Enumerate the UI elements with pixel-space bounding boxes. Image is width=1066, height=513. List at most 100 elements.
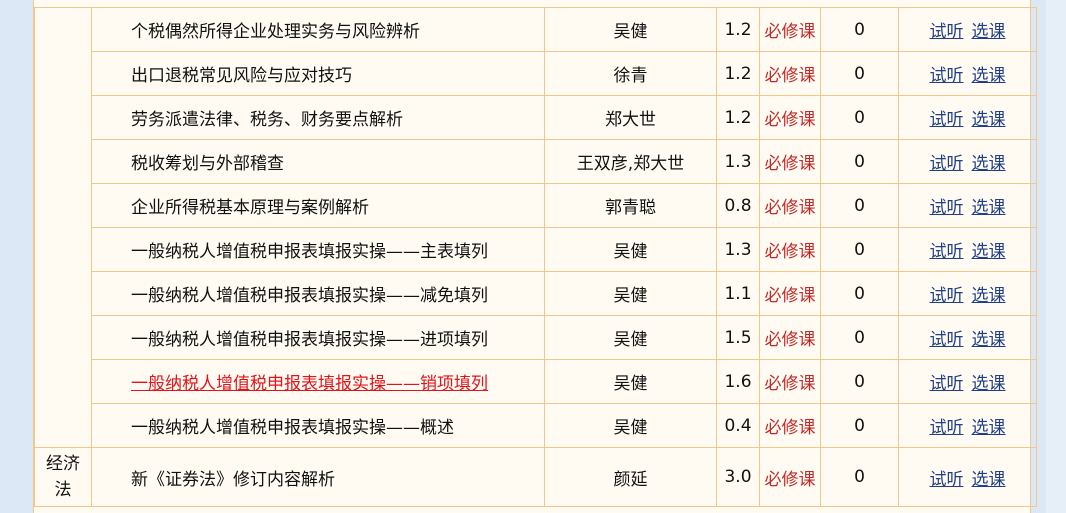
course-name[interactable]: 一般纳税人增值税申报表填报实操——销项填列 xyxy=(131,374,488,394)
category-cell xyxy=(34,7,92,448)
course-name-cell: 一般纳税人增值税申报表填报实操——销项填列 xyxy=(91,359,545,404)
actions-cell: 试听 选课 xyxy=(898,51,1037,96)
select-course-link[interactable]: 选课 xyxy=(972,66,1006,86)
course-row: 一般纳税人增值税申报表填报实操——减免填列 吴健 1.1 必修课 0 试听 选课 xyxy=(35,271,1037,316)
course-row: 个税偶然所得企业处理实务与风险辨析 吴健 1.2 必修课 0 试听 选课 xyxy=(34,7,1037,448)
enroll-count-cell: 0 xyxy=(820,359,899,404)
trial-link[interactable]: 试听 xyxy=(930,110,964,130)
category-label: 经济法 xyxy=(46,454,80,500)
enroll-count-cell: 0 xyxy=(820,183,899,228)
trial-link[interactable]: 试听 xyxy=(930,374,964,394)
enroll-count-cell: 0 xyxy=(820,227,899,272)
select-course-link[interactable]: 选课 xyxy=(972,22,1006,42)
actions-cell: 试听 选课 xyxy=(898,95,1037,140)
select-course-link[interactable]: 选课 xyxy=(972,154,1006,174)
trial-link[interactable]: 试听 xyxy=(930,154,964,174)
course-name-cell: 劳务派遣法律、税务、财务要点解析 xyxy=(91,95,545,140)
enroll-count-cell: 0 xyxy=(820,139,899,184)
credit-hours-cell: 3.0 xyxy=(716,447,760,507)
course-name-cell: 一般纳税人增值税申报表填报实操——概述 xyxy=(91,403,545,448)
enroll-count-cell: 0 xyxy=(820,7,899,52)
teacher-cell: 吴健 xyxy=(544,227,717,272)
course-row: 经济法 新《证券法》修订内容解析 颜延 3.0 必修课 0 试听 选课 xyxy=(34,447,1037,507)
trial-link[interactable]: 试听 xyxy=(930,66,964,86)
select-course-link[interactable]: 选课 xyxy=(972,198,1006,218)
credit-hours-cell: 1.2 xyxy=(716,51,760,96)
select-course-link[interactable]: 选课 xyxy=(972,110,1006,130)
credit-hours-cell: 1.3 xyxy=(716,139,760,184)
course-name-cell: 出口退税常见风险与应对技巧 xyxy=(91,51,545,96)
course-type-cell: 必修课 xyxy=(759,447,821,507)
teacher-cell: 吴健 xyxy=(544,359,717,404)
teacher-cell: 吴健 xyxy=(544,271,717,316)
trial-link[interactable]: 试听 xyxy=(930,470,964,490)
select-course-link[interactable]: 选课 xyxy=(972,330,1006,350)
course-name[interactable]: 一般纳税人增值税申报表填报实操——主表填列 xyxy=(131,242,488,262)
course-type-cell: 必修课 xyxy=(759,315,821,360)
actions-cell: 试听 选课 xyxy=(898,447,1037,507)
trial-link[interactable]: 试听 xyxy=(930,242,964,262)
credit-hours-cell: 0.4 xyxy=(716,403,760,448)
course-name-cell: 一般纳税人增值税申报表填报实操——主表填列 xyxy=(91,227,545,272)
course-type-cell: 必修课 xyxy=(759,95,821,140)
course-type-cell: 必修课 xyxy=(759,403,821,448)
teacher-cell: 王双彦,郑大世 xyxy=(544,139,717,184)
credit-hours-cell: 0.8 xyxy=(716,183,760,228)
course-row: 出口退税常见风险与应对技巧 徐青 1.2 必修课 0 试听 选课 xyxy=(35,51,1037,96)
course-row: 一般纳税人增值税申报表填报实操——销项填列 吴健 1.6 必修课 0 试听 选课 xyxy=(35,359,1037,404)
course-name[interactable]: 税收筹划与外部稽查 xyxy=(131,154,284,174)
course-type-cell: 必修课 xyxy=(759,7,821,52)
course-name[interactable]: 劳务派遣法律、税务、财务要点解析 xyxy=(131,110,403,130)
enroll-count-cell: 0 xyxy=(820,95,899,140)
trial-link[interactable]: 试听 xyxy=(930,286,964,306)
credit-hours-cell: 1.3 xyxy=(716,227,760,272)
teacher-cell: 吴健 xyxy=(544,315,717,360)
course-name[interactable]: 出口退税常见风险与应对技巧 xyxy=(131,66,352,86)
course-row: 一般纳税人增值税申报表填报实操——概述 吴健 0.4 必修课 0 试听 选课 xyxy=(35,403,1037,448)
teacher-cell: 吴健 xyxy=(544,7,717,52)
teacher-cell: 吴健 xyxy=(544,403,717,448)
enroll-count-cell: 0 xyxy=(820,271,899,316)
select-course-link[interactable]: 选课 xyxy=(972,286,1006,306)
trial-link[interactable]: 试听 xyxy=(930,418,964,438)
select-course-link[interactable]: 选课 xyxy=(972,374,1006,394)
course-name-cell: 一般纳税人增值税申报表填报实操——减免填列 xyxy=(91,271,545,316)
trial-link[interactable]: 试听 xyxy=(930,330,964,350)
course-name[interactable]: 新《证券法》修订内容解析 xyxy=(131,470,335,490)
trial-link[interactable]: 试听 xyxy=(930,198,964,218)
teacher-cell: 颜延 xyxy=(544,447,717,507)
credit-hours-cell: 1.2 xyxy=(716,95,760,140)
course-name[interactable]: 企业所得税基本原理与案例解析 xyxy=(131,198,369,218)
actions-cell: 试听 选课 xyxy=(898,7,1037,52)
select-course-link[interactable]: 选课 xyxy=(972,470,1006,490)
enroll-count-cell: 0 xyxy=(820,51,899,96)
category-cell-economic-law: 经济法 xyxy=(34,447,92,507)
trial-link[interactable]: 试听 xyxy=(930,22,964,42)
course-name[interactable]: 个税偶然所得企业处理实务与风险辨析 xyxy=(131,22,420,42)
course-type-cell: 必修课 xyxy=(759,139,821,184)
credit-hours-cell: 1.6 xyxy=(716,359,760,404)
course-type-cell: 必修课 xyxy=(759,227,821,272)
actions-cell: 试听 选课 xyxy=(898,403,1037,448)
actions-cell: 试听 选课 xyxy=(898,315,1037,360)
credit-hours-cell: 1.1 xyxy=(716,271,760,316)
actions-cell: 试听 选课 xyxy=(898,271,1037,316)
course-row: 一般纳税人增值税申报表填报实操——主表填列 吴健 1.3 必修课 0 试听 选课 xyxy=(35,227,1037,272)
actions-cell: 试听 选课 xyxy=(898,359,1037,404)
course-name-cell: 税收筹划与外部稽查 xyxy=(91,139,545,184)
enroll-count-cell: 0 xyxy=(820,447,899,507)
course-name-cell: 一般纳税人增值税申报表填报实操——进项填列 xyxy=(91,315,545,360)
select-course-link[interactable]: 选课 xyxy=(972,418,1006,438)
course-type-cell: 必修课 xyxy=(759,183,821,228)
teacher-cell: 郭青聪 xyxy=(544,183,717,228)
course-name-cell: 新《证券法》修订内容解析 xyxy=(91,447,545,507)
course-name[interactable]: 一般纳税人增值税申报表填报实操——进项填列 xyxy=(131,330,488,350)
course-type-cell: 必修课 xyxy=(759,51,821,96)
course-name[interactable]: 一般纳税人增值税申报表填报实操——概述 xyxy=(131,418,454,438)
course-name[interactable]: 一般纳税人增值税申报表填报实操——减免填列 xyxy=(131,286,488,306)
course-row: 企业所得税基本原理与案例解析 郭青聪 0.8 必修课 0 试听 选课 xyxy=(35,183,1037,228)
actions-cell: 试听 选课 xyxy=(898,183,1037,228)
select-course-link[interactable]: 选课 xyxy=(972,242,1006,262)
course-table: 个税偶然所得企业处理实务与风险辨析 吴健 1.2 必修课 0 试听 选课 出口退税常见风险与应… xyxy=(34,7,1037,507)
course-row: 税收筹划与外部稽查 王双彦,郑大世 1.3 必修课 0 试听 选课 xyxy=(35,139,1037,184)
